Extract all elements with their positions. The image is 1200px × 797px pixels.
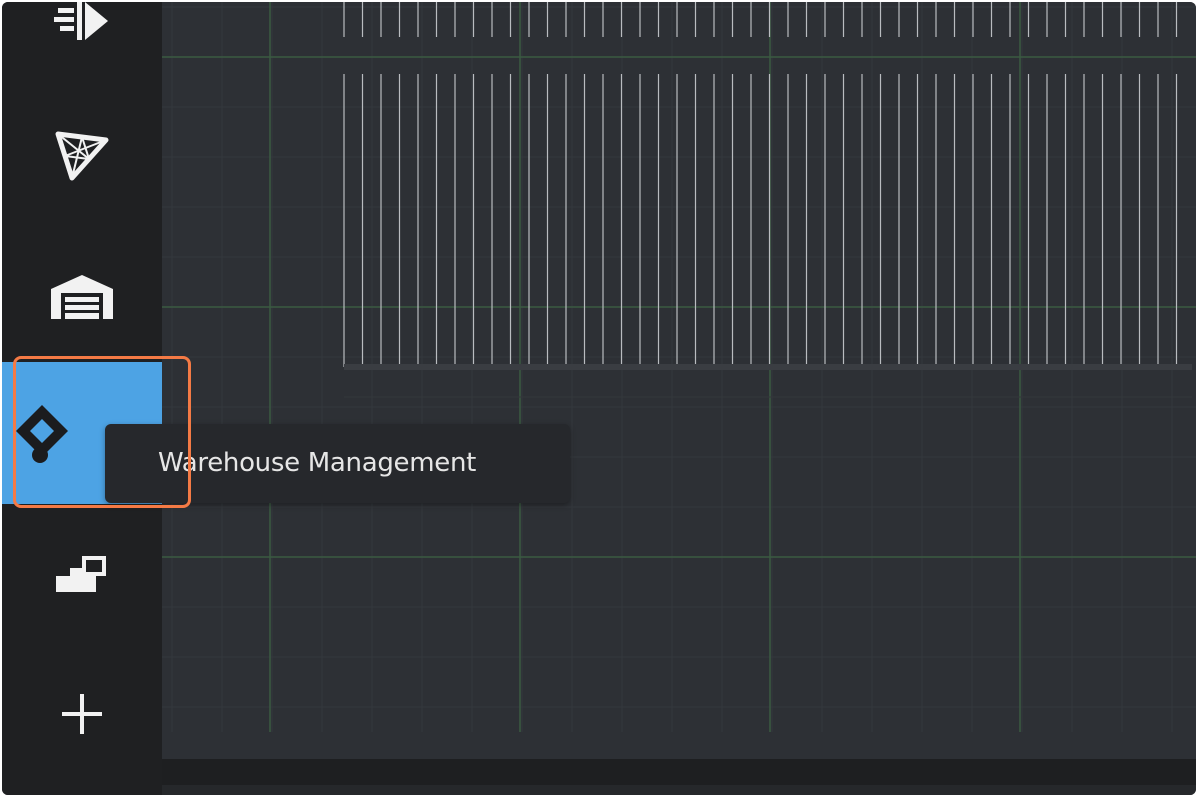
- flow-arrow-icon: [52, 2, 112, 46]
- nav-item-flow[interactable]: [2, 2, 162, 46]
- horizontal-scrollbar[interactable]: [162, 759, 1196, 785]
- nav-item-add[interactable]: [2, 682, 162, 746]
- layout-canvas[interactable]: [162, 2, 1196, 759]
- tooltip-text: Warehouse Management: [158, 448, 477, 478]
- diamond-connector-icon: [10, 401, 74, 465]
- nav-item-blocks[interactable]: [2, 542, 162, 606]
- nav-item-warehouse[interactable]: [2, 264, 162, 328]
- plus-icon: [60, 692, 104, 736]
- sidebar: [2, 2, 162, 795]
- app-window: Warehouse Management: [2, 2, 1196, 795]
- bottom-bar: [162, 759, 1196, 795]
- canvas-grid: [162, 2, 1196, 732]
- tooltip: Warehouse Management: [105, 424, 570, 503]
- warehouse-icon: [49, 271, 115, 321]
- blocks-icon: [54, 554, 110, 594]
- nav-item-mesh[interactable]: [2, 122, 162, 186]
- triangle-mesh-icon: [54, 126, 110, 182]
